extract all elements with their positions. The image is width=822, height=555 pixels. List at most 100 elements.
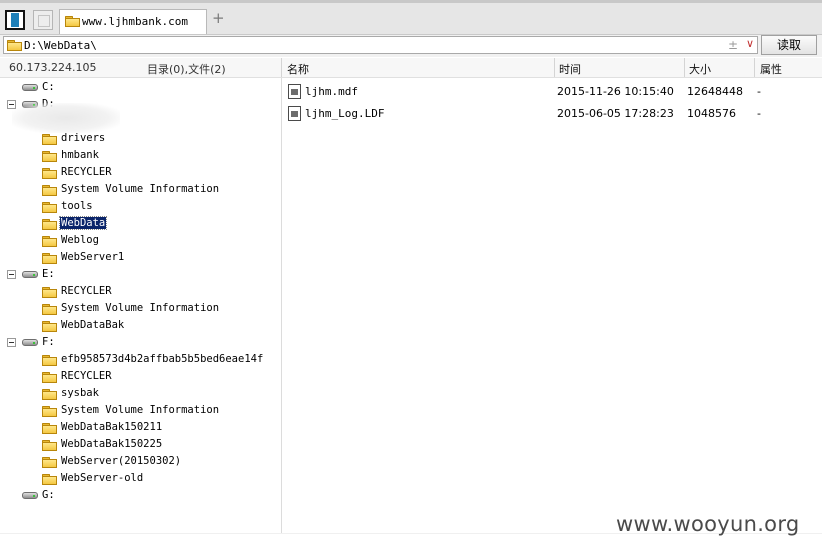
tree-node-label: tools xyxy=(61,200,93,212)
folder-icon xyxy=(42,287,57,298)
tree-node-label: sysbak xyxy=(61,387,99,399)
tree-node-label: WebDataBak150211 xyxy=(61,421,163,433)
database-file-icon xyxy=(288,106,301,121)
folder-icon xyxy=(42,355,57,366)
tree-node-label: G: xyxy=(42,489,55,501)
tab-label: www.ljhmbank.com xyxy=(82,15,188,28)
file-row[interactable]: ljhm_Log.LDF 2015-06-05 17:28:23 1048576… xyxy=(283,103,822,125)
tree-folder[interactable]: tools xyxy=(0,199,270,215)
tree-folder[interactable]: WebDataBak150211 xyxy=(0,420,270,436)
column-header-name[interactable]: 名称 xyxy=(287,61,309,77)
tree-node-label: Weblog xyxy=(61,234,99,246)
column-divider[interactable] xyxy=(554,58,555,77)
file-size: 1048576 xyxy=(687,107,736,120)
tree-drive-f[interactable]: F: xyxy=(0,335,200,351)
tab-ljhmbank[interactable]: www.ljhmbank.com xyxy=(59,9,207,34)
tree-folder[interactable]: RECYCLER xyxy=(0,165,270,181)
folder-icon xyxy=(7,40,22,51)
column-divider[interactable] xyxy=(684,58,685,77)
new-window-icon[interactable] xyxy=(33,10,53,30)
folder-icon xyxy=(42,474,57,485)
tree-folder[interactable]: System Volume Information xyxy=(0,301,270,317)
tree-node-label: RECYCLER xyxy=(61,166,112,178)
tree-folder-selected[interactable]: WebData xyxy=(0,216,270,232)
tree-node-label: System Volume Information xyxy=(61,404,220,416)
tree-folder[interactable]: sysbak xyxy=(0,386,270,402)
tree-folder[interactable]: hmbank xyxy=(0,148,270,164)
file-attr: - xyxy=(757,85,761,98)
tree-node-label: WebDataBak150225 xyxy=(61,438,163,450)
folder-icon xyxy=(42,202,57,213)
folder-icon xyxy=(42,185,57,196)
file-size: 12648448 xyxy=(687,85,743,98)
drive-icon xyxy=(22,271,38,278)
tree-folder[interactable]: WebServer(20150302) xyxy=(0,454,270,470)
tree-folder[interactable]: WebDataBak150225 xyxy=(0,437,270,453)
tree-node-label: RECYCLER xyxy=(61,285,112,297)
folder-icon xyxy=(42,151,57,162)
folder-icon xyxy=(42,134,57,145)
folder-icon xyxy=(42,321,57,332)
folder-icon xyxy=(42,389,57,400)
tree-folder[interactable]: efb958573d4b2affbab5b5bed6eae14f xyxy=(0,352,280,368)
tree-node-label: hmbank xyxy=(61,149,99,161)
file-name: ljhm.mdf xyxy=(305,85,358,98)
folder-icon xyxy=(42,406,57,417)
read-button[interactable]: 读取 xyxy=(761,35,817,55)
tree-node-label: C: xyxy=(42,81,55,93)
path-input[interactable] xyxy=(24,38,714,52)
folder-icon xyxy=(42,457,57,468)
collapse-icon[interactable] xyxy=(7,270,16,279)
tree-node-label: System Volume Information xyxy=(61,183,220,195)
collapse-icon[interactable] xyxy=(7,338,16,347)
tree-folder[interactable]: RECYCLER xyxy=(0,284,270,300)
tree-node-label: RECYCLER xyxy=(61,370,112,382)
tree-node-label: WebServer(20150302) xyxy=(61,455,182,467)
folder-icon xyxy=(42,372,57,383)
sidebar-toggle-icon[interactable] xyxy=(5,10,25,30)
column-header-size[interactable]: 大小 xyxy=(689,61,711,77)
column-header-attr[interactable]: 属性 xyxy=(760,61,782,77)
redaction-blur xyxy=(12,103,120,133)
file-attr: - xyxy=(757,107,761,120)
watermark: www.wooyun.org xyxy=(616,512,800,536)
chevron-down-icon[interactable]: ∨ xyxy=(746,37,754,50)
tree-folder[interactable]: RECYCLER xyxy=(0,369,270,385)
folder-icon xyxy=(42,168,57,179)
file-name: ljhm_Log.LDF xyxy=(305,107,385,120)
pane-splitter[interactable] xyxy=(281,78,282,533)
tree-folder[interactable]: WebServer-old xyxy=(0,471,270,487)
address-bar: ± ∨ xyxy=(3,36,758,54)
drive-icon xyxy=(22,492,38,499)
folder-icon xyxy=(42,253,57,264)
tree-drive-g[interactable]: G: xyxy=(0,488,200,504)
tree-node-label: efb958573d4b2affbab5b5bed6eae14f xyxy=(61,353,264,365)
list-header: 60.173.224.105 目录(0),文件(2) 名称 时间 大小 属性 xyxy=(0,58,822,78)
column-divider[interactable] xyxy=(754,58,755,77)
drive-icon xyxy=(22,84,38,91)
tree-node-label: F: xyxy=(42,336,55,348)
add-tab-button[interactable]: + xyxy=(212,11,225,26)
file-time: 2015-11-26 10:15:40 xyxy=(557,85,674,98)
tree-node-label: WebServer-old xyxy=(61,472,144,484)
tree-folder[interactable]: System Volume Information xyxy=(0,403,270,419)
tree-folder[interactable]: System Volume Information xyxy=(0,182,270,198)
tree-folder[interactable]: drivers xyxy=(0,131,270,147)
plus-minus-icon[interactable]: ± xyxy=(728,38,738,52)
address-row: ± ∨ 读取 xyxy=(0,35,822,57)
file-row[interactable]: ljhm.mdf 2015-11-26 10:15:40 12648448 - xyxy=(283,81,822,103)
tree-folder[interactable]: WebDataBak xyxy=(0,318,270,334)
folder-icon xyxy=(42,423,57,434)
folder-icon xyxy=(42,440,57,451)
tree-drive-e[interactable]: E: xyxy=(0,267,200,283)
directory-tree: C: D: drivers hmbank RECYCLER System Vol… xyxy=(0,78,281,533)
column-divider xyxy=(281,58,282,77)
tree-node-label: WebServer1 xyxy=(61,251,125,263)
tree-folder[interactable]: Weblog xyxy=(0,233,270,249)
column-header-time[interactable]: 时间 xyxy=(559,61,581,77)
folder-icon xyxy=(42,304,57,315)
tree-folder[interactable]: WebServer1 xyxy=(0,250,270,266)
database-file-icon xyxy=(288,84,301,99)
tree-node-label: System Volume Information xyxy=(61,302,220,314)
tree-drive-c[interactable]: C: xyxy=(0,80,200,96)
